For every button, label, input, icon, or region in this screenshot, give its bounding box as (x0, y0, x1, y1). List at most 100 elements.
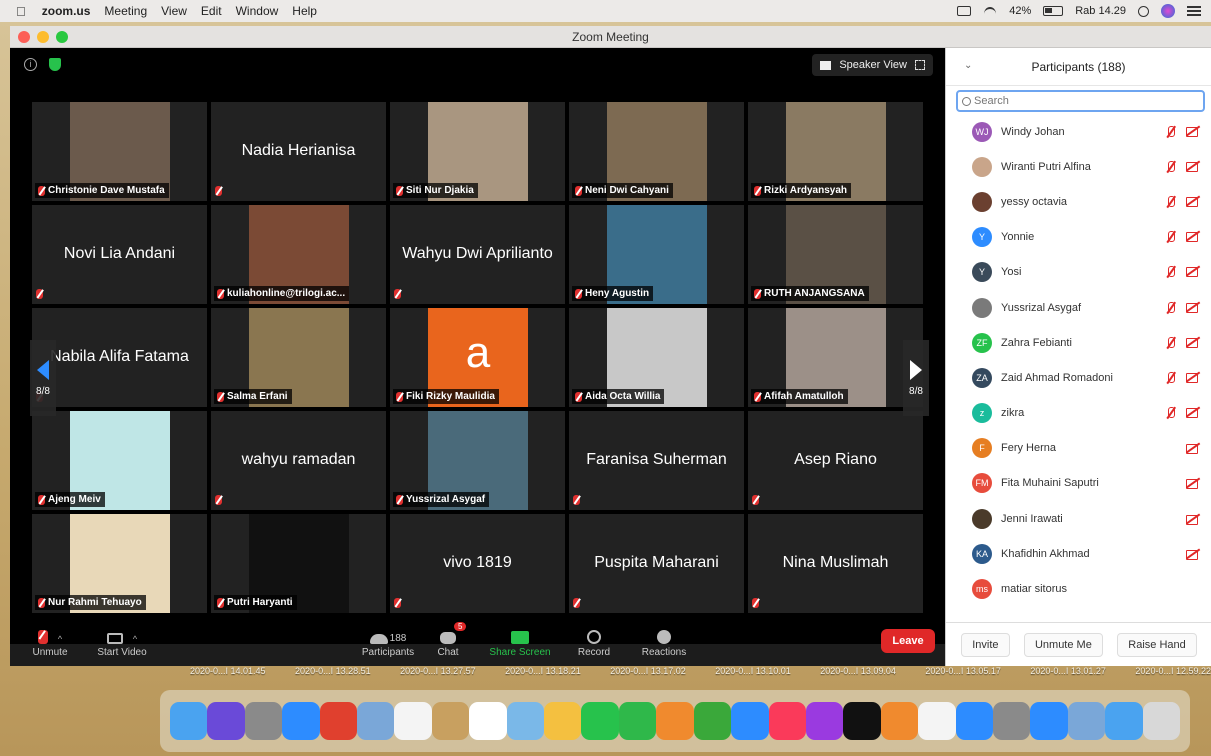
pages-icon[interactable] (656, 702, 694, 740)
participant-tile[interactable]: Rizki Ardyansyah (748, 102, 923, 201)
notebook-icon[interactable] (431, 702, 470, 740)
collapse-panel-chevron-icon[interactable]: ⌄ (964, 60, 972, 71)
keynote-icon[interactable] (731, 702, 769, 740)
wifi-icon[interactable] (983, 5, 997, 17)
participant-list-item[interactable]: Y Yonnie (946, 220, 1211, 255)
finder-icon[interactable] (170, 702, 208, 740)
unmute-options-chevron-icon[interactable]: ^ (58, 634, 62, 644)
participant-list-item[interactable]: ms matiar sitorus (946, 571, 1211, 606)
participant-tile[interactable]: Aida Octa Willia (569, 308, 744, 407)
participant-list-item[interactable]: KA Khafidhin Akhmad (946, 536, 1211, 571)
participant-search-input[interactable]: Search (956, 90, 1205, 112)
participant-tile[interactable]: Heny Agustin (569, 205, 744, 304)
participant-list-item[interactable]: z zikra (946, 396, 1211, 431)
close-window-icon[interactable] (18, 31, 30, 43)
notes-list-icon[interactable] (394, 702, 432, 740)
previous-page-button[interactable]: 8/8 (30, 340, 56, 416)
desktop-file-label[interactable]: 2020-0...I 13.10.01 (715, 666, 791, 690)
calendar-icon[interactable] (469, 702, 507, 740)
participant-tile[interactable]: a Fiki Rizky Maulidia (390, 308, 565, 407)
fullscreen-window-icon[interactable] (56, 31, 68, 43)
video-options-chevron-icon[interactable]: ^ (133, 634, 137, 644)
menu-edit[interactable]: Edit (201, 4, 222, 18)
system-preferences-icon[interactable] (992, 702, 1031, 740)
screen-share-icon[interactable] (1105, 702, 1143, 740)
raise-hand-button[interactable]: Raise Hand (1117, 632, 1197, 657)
start-video-button[interactable]: ^ Start Video (82, 628, 162, 658)
battery-icon[interactable] (1043, 6, 1064, 16)
zoom-icon[interactable] (1030, 702, 1068, 740)
notification-center-icon[interactable] (1187, 6, 1201, 16)
minimize-window-icon[interactable] (37, 31, 49, 43)
participant-tile[interactable]: Afifah Amatulloh (748, 308, 923, 407)
participant-list-item[interactable]: yessy octavia (946, 184, 1211, 219)
participant-tile[interactable]: Putri Haryanti (211, 514, 386, 613)
desktop-file-label[interactable]: 2020-0...I 13.17.02 (610, 666, 686, 690)
participant-tile[interactable]: Nur Rahmi Tehuayo (32, 514, 207, 613)
participant-list-item[interactable]: ZA Zaid Ahmad Romadoni (946, 360, 1211, 395)
meeting-info-icon[interactable]: i (24, 58, 37, 71)
apple-tv-icon[interactable] (843, 702, 881, 740)
participant-tile[interactable]: Asep Riano (748, 411, 923, 510)
encryption-shield-icon[interactable] (49, 58, 61, 71)
messages-icon[interactable] (581, 702, 619, 740)
desktop-file-label[interactable]: 2020-0...I 13.09.04 (820, 666, 896, 690)
participant-tile[interactable]: Siti Nur Djakia (390, 102, 565, 201)
preview-icon[interactable] (357, 702, 395, 740)
app-store-icon[interactable] (955, 702, 993, 740)
participant-tile[interactable]: RUTH ANJANGSANA (748, 205, 923, 304)
participant-list-item[interactable]: FM Fita Muhaini Saputri (946, 466, 1211, 501)
desktop-file-label[interactable]: 2020-0...I 13.28.51 (295, 666, 371, 690)
participant-tile[interactable]: Wahyu Dwi Aprilianto (390, 205, 565, 304)
next-page-button[interactable]: 8/8 (903, 340, 929, 416)
participant-tile[interactable]: Neni Dwi Cahyani (569, 102, 744, 201)
reactions-button[interactable]: Reactions (624, 628, 704, 658)
books-icon[interactable] (880, 702, 919, 740)
participant-tile[interactable]: wahyu ramadan (211, 411, 386, 510)
menu-help[interactable]: Help (292, 4, 317, 18)
menu-window[interactable]: Window (236, 4, 279, 18)
photos-icon[interactable] (544, 702, 582, 740)
image-capture-icon[interactable] (1067, 702, 1106, 740)
participant-tile[interactable]: vivo 1819 (390, 514, 565, 613)
desktop-file-label[interactable]: 2020-0...I 14.01.45 (190, 666, 266, 690)
participant-tile[interactable]: Salma Erfani (211, 308, 386, 407)
menu-view[interactable]: View (161, 4, 187, 18)
participant-tile[interactable]: kuliahonline@trilogi.ac... (211, 205, 386, 304)
unmute-me-button[interactable]: Unmute Me (1023, 632, 1103, 657)
invite-button[interactable]: Invite (961, 632, 1010, 657)
participant-list-item[interactable]: Wiranti Putri Alfina (946, 149, 1211, 184)
desktop-file-label[interactable]: 2020-0...I 13.27.57 (400, 666, 476, 690)
blank-icon[interactable] (918, 702, 956, 740)
share-screen-button[interactable]: Share Screen (480, 628, 560, 658)
menu-meeting[interactable]: Meeting (104, 4, 147, 18)
music-icon[interactable] (768, 702, 806, 740)
speaker-view-button[interactable]: Speaker View (812, 54, 933, 76)
participant-tile[interactable]: Ajeng Meiv (32, 411, 207, 510)
participant-tile[interactable]: Puspita Maharani (569, 514, 744, 613)
apple-icon[interactable]:  (16, 4, 26, 19)
trash-icon[interactable] (1142, 702, 1180, 740)
desktop-file-label[interactable]: 2020-0...I 12.59.22 (1135, 666, 1211, 690)
desktop-file-label[interactable]: 2020-0...I 13.01.27 (1030, 666, 1106, 690)
chrome-icon[interactable] (319, 702, 358, 740)
participant-list-item[interactable]: Jenni Irawati (946, 501, 1211, 536)
launchpad-icon[interactable] (244, 702, 283, 740)
siri-icon[interactable] (1161, 4, 1175, 18)
siri-icon[interactable] (207, 702, 245, 740)
desktop-file-label[interactable]: 2020-0...I 13.05.17 (925, 666, 1001, 690)
participant-list-item[interactable]: Yussrizal Asygaf (946, 290, 1211, 325)
menu-app[interactable]: zoom.us (42, 4, 91, 18)
participant-list-item[interactable]: WJ Windy Johan (946, 114, 1211, 149)
screen-record-icon[interactable] (957, 6, 972, 16)
participant-tile[interactable]: Nadia Herianisa (211, 102, 386, 201)
desktop-file-label[interactable]: 2020-0...I 13.18.21 (505, 666, 581, 690)
podcasts-icon[interactable] (805, 702, 844, 740)
participant-list-item[interactable]: Y Yosi (946, 255, 1211, 290)
unmute-button[interactable]: ^ Unmute (10, 628, 90, 658)
participant-tile[interactable]: Nina Muslimah (748, 514, 923, 613)
record-button[interactable]: Record (554, 628, 634, 658)
participant-tile[interactable]: Novi Lia Andani (32, 205, 207, 304)
photos-folder-icon[interactable] (506, 702, 545, 740)
participant-list-item[interactable]: F Fery Herna (946, 431, 1211, 466)
